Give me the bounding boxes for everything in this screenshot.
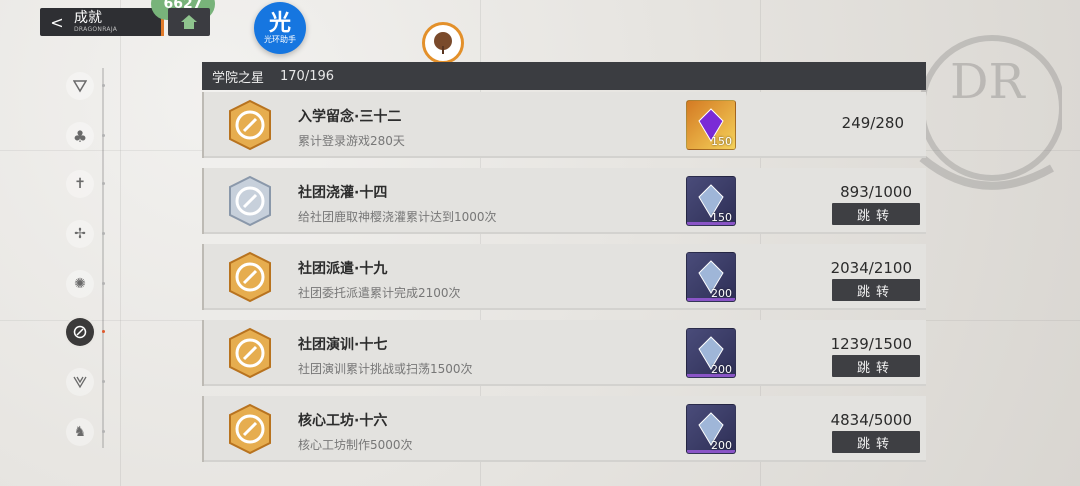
sidebar-dot-active (102, 330, 105, 333)
achievement-name: 社团派遣·十九 (298, 261, 388, 277)
sidebar-rail (102, 68, 104, 448)
reward-quantity: 150 (711, 135, 732, 148)
category-title: 学院之星 (212, 70, 265, 86)
reward-quantity: 200 (711, 287, 732, 300)
achievement-description: 社团委托派遣累计完成2100次 (298, 286, 461, 300)
sidebar-item-bird[interactable]: ✢ (66, 220, 94, 248)
sidebar-dot (102, 282, 105, 285)
reward-quantity: 200 (711, 439, 732, 452)
sidebar-dot (102, 182, 105, 185)
achievement-medal-icon (229, 251, 271, 303)
achievement-description: 给社团鹿取神樱浇灌累计达到1000次 (298, 210, 497, 224)
achievement-name: 入学留念·三十二 (298, 109, 402, 125)
sidebar-dot (102, 380, 105, 383)
helper-label: 光环助手 (264, 34, 296, 44)
jump-button[interactable]: 跳转 (832, 355, 920, 377)
achievement-description: 累计登录游戏280天 (298, 134, 405, 148)
reward-quantity: 150 (711, 211, 732, 224)
compass-icon (73, 325, 87, 339)
jump-button-label: 跳转 (856, 284, 895, 300)
crest-icon: ♞ (73, 424, 87, 440)
sidebar-item-club[interactable]: ♣ (66, 122, 94, 150)
achievement-description: 社团演训累计挑战或扫荡1500次 (298, 362, 473, 376)
sidebar-item-compass[interactable] (66, 318, 94, 346)
sidebar-item-sword[interactable]: ✝ (66, 170, 94, 198)
category-sidebar: ♣ ✝ ✢ ✺ ♞ (56, 62, 116, 452)
category-progress: 170/196 (280, 68, 335, 84)
title-bar: < 成就 DRAGONRAJA (40, 8, 164, 36)
achievement-medal-icon (229, 327, 271, 379)
achievement-card: 社团派遣·十九 社团委托派遣累计完成2100次 200 2034/2100 跳转 (202, 244, 926, 310)
helper-glyph: 光 (268, 10, 291, 36)
svg-text:DR: DR (950, 54, 1026, 110)
jump-button[interactable]: 跳转 (832, 431, 920, 453)
jump-button-label: 跳转 (856, 208, 895, 224)
reward-item[interactable]: 200 (686, 328, 736, 378)
atom-icon: ✺ (74, 276, 86, 292)
back-button[interactable]: < (48, 12, 66, 32)
sidebar-dot (102, 84, 105, 87)
achievement-card: 社团浇灌·十四 给社团鹿取神樱浇灌累计达到1000次 150 893/1000 … (202, 168, 926, 234)
overlay-helper-button[interactable]: 光 光环助手 (254, 2, 306, 54)
page-title: 成就 (74, 10, 102, 26)
jump-button-label: 跳转 (856, 436, 895, 452)
sidebar-item-wing[interactable] (66, 368, 94, 396)
achievement-name: 社团演训·十七 (298, 337, 388, 353)
home-button[interactable] (168, 8, 210, 36)
reward-item[interactable]: 200 (686, 404, 736, 454)
sidebar-item-crest[interactable]: ♞ (66, 418, 94, 446)
jump-button-label: 跳转 (856, 360, 895, 376)
achievement-card: 入学留念·三十二 累计登录游戏280天 150 249/280 (202, 92, 926, 158)
achievement-description: 核心工坊制作5000次 (298, 438, 413, 452)
jump-button[interactable]: 跳转 (832, 203, 920, 225)
achievement-progress: 893/1000 (840, 183, 912, 201)
achievement-category-header: 学院之星 170/196 (202, 62, 926, 90)
achievement-name: 核心工坊·十六 (298, 413, 388, 429)
achievement-medal-icon (229, 99, 271, 151)
achievement-name: 社团浇灌·十四 (298, 185, 388, 201)
tree-emblem-icon (422, 22, 464, 64)
wing-icon (73, 376, 87, 389)
page-subtitle: DRAGONRAJA (74, 26, 118, 33)
reward-item[interactable]: 150 (686, 100, 736, 150)
reward-item[interactable]: 200 (686, 252, 736, 302)
sword-icon: ✝ (74, 176, 86, 192)
achievement-progress: 2034/2100 (830, 259, 912, 277)
jump-button[interactable]: 跳转 (832, 279, 920, 301)
achievement-medal-icon (229, 403, 271, 455)
achievement-progress: 4834/5000 (830, 411, 912, 429)
chevron-left-icon: < (50, 12, 64, 32)
club-icon: ♣ (72, 126, 88, 146)
triangle-icon (73, 80, 87, 93)
achievement-card: 社团演训·十七 社团演训累计挑战或扫荡1500次 200 1239/1500 跳… (202, 320, 926, 386)
sidebar-item-atom[interactable]: ✺ (66, 270, 94, 298)
achievement-card: 核心工坊·十六 核心工坊制作5000次 200 4834/5000 跳转 (202, 396, 926, 462)
sidebar-item-triangle[interactable] (66, 72, 94, 100)
achievement-medal-icon (229, 175, 271, 227)
achievement-progress: 249/280 (841, 114, 904, 132)
achievement-progress: 1239/1500 (830, 335, 912, 353)
home-icon (181, 15, 197, 29)
sidebar-dot (102, 232, 105, 235)
reward-quantity: 200 (711, 363, 732, 376)
sidebar-dot (102, 430, 105, 433)
sidebar-dot (102, 134, 105, 137)
bird-icon: ✢ (74, 226, 86, 242)
reward-item[interactable]: 150 (686, 176, 736, 226)
